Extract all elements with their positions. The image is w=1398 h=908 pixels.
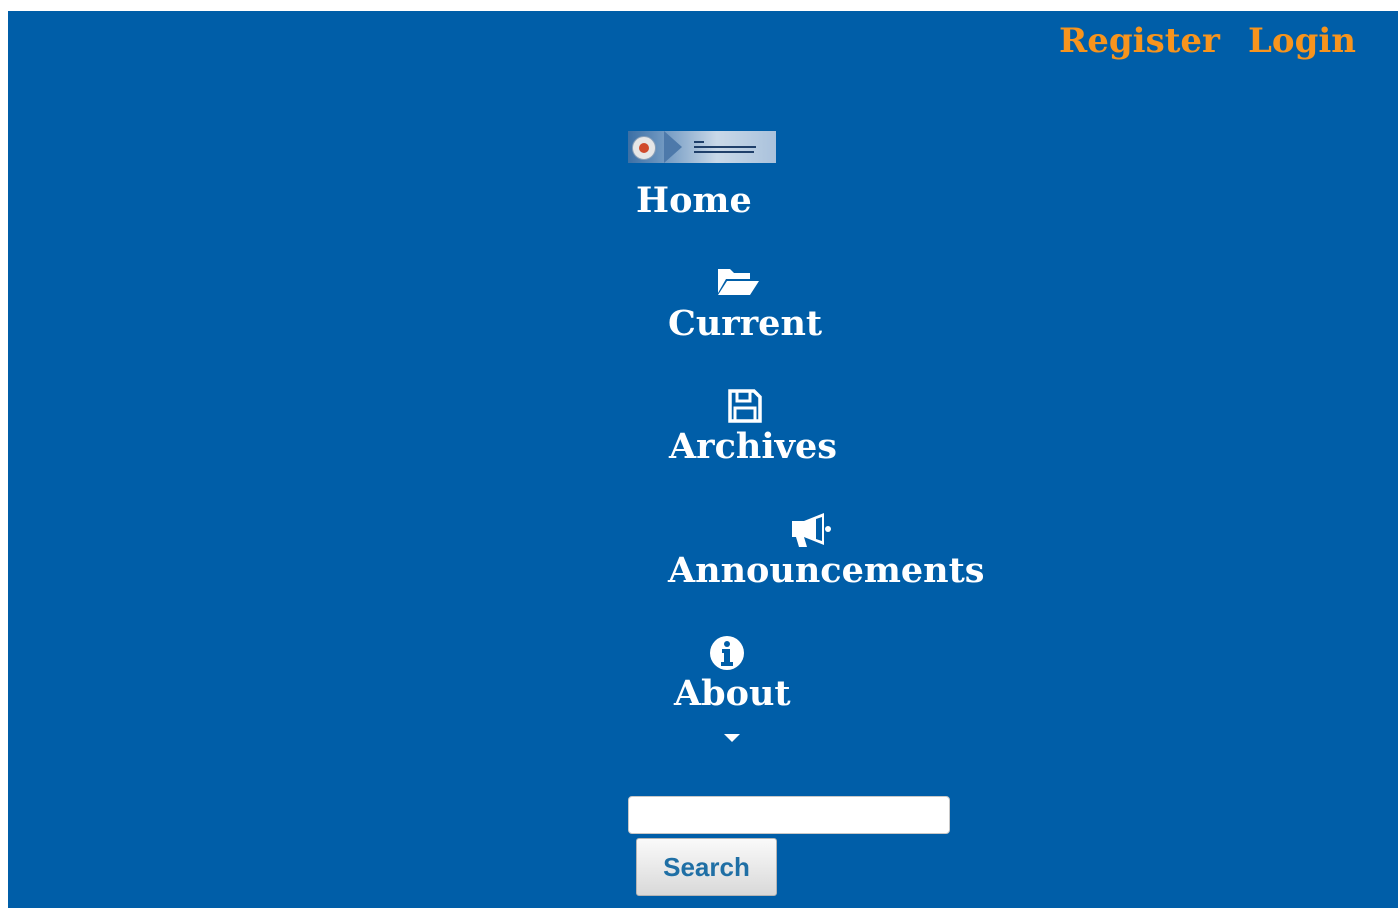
nav-archives[interactable]: Archives [669,427,837,467]
folder-open-icon [716,265,760,297]
login-link[interactable]: Login [1248,21,1356,61]
logo-chevron [664,131,682,163]
floppy-disk-icon [727,388,763,424]
search-button[interactable]: Search [636,838,777,896]
search-input[interactable] [628,796,950,834]
logo-seal [632,136,656,160]
nav-about[interactable]: About [674,674,791,714]
page-header: Register Login Home Current Archives Ann… [8,11,1398,908]
register-link[interactable]: Register [1059,21,1220,61]
megaphone-icon [790,511,832,549]
logo-text-lines [694,141,756,156]
info-circle-icon [709,635,745,671]
journal-logo[interactable] [628,131,776,163]
nav-home[interactable]: Home [636,181,752,221]
nav-announcements[interactable]: Announcements [668,551,985,591]
caret-down-icon[interactable] [723,733,741,743]
nav-current[interactable]: Current [668,304,822,344]
